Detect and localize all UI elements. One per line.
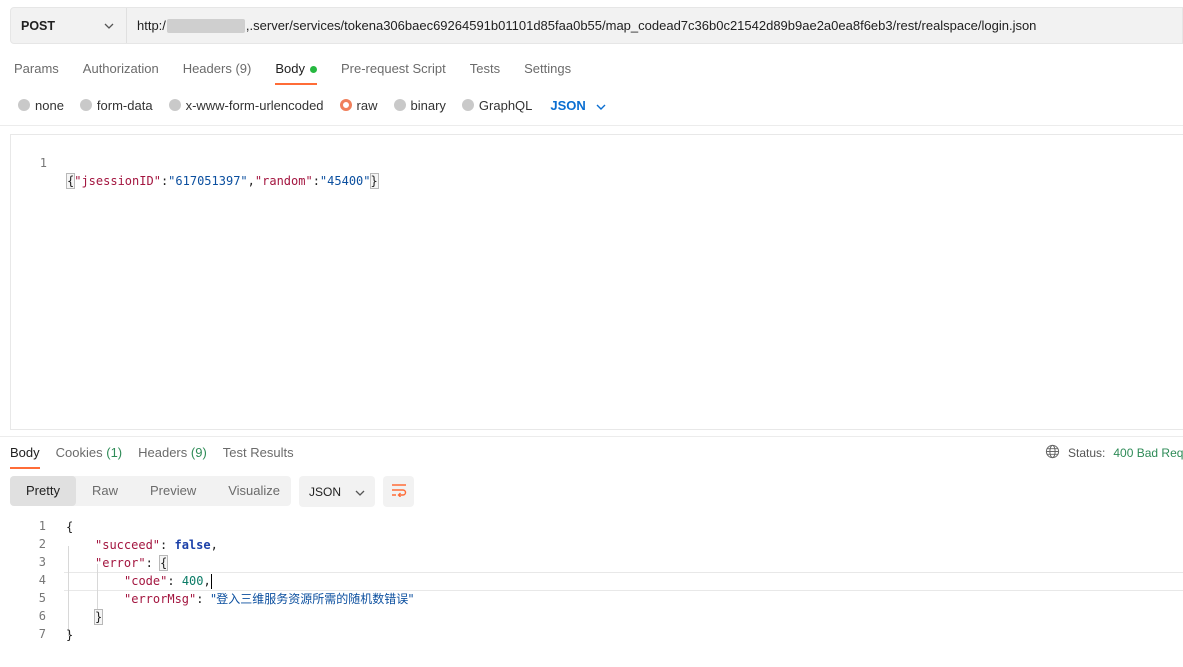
response-format-select[interactable]: JSON xyxy=(299,476,375,507)
status-code: 400 Bad Request xyxy=(1113,446,1183,460)
request-body-editor[interactable]: 1 {"jsessionID":"617051397","random":"45… xyxy=(10,134,1183,430)
line-number: 1 xyxy=(39,156,47,170)
response-headers-count: (9) xyxy=(190,445,207,460)
code-line: "error": { xyxy=(95,555,169,571)
active-line xyxy=(64,572,1183,591)
line-number: 5 xyxy=(38,591,46,605)
radio-raw[interactable]: raw xyxy=(339,98,378,113)
code-line: "errorMsg": "登入三维服务资源所需的随机数错误" xyxy=(124,592,414,606)
radio-icon xyxy=(393,99,406,111)
chevron-down-icon xyxy=(355,485,365,499)
divider xyxy=(0,436,1183,437)
request-json: {"jsessionID":"617051397","random":"4540… xyxy=(65,173,379,189)
tab-response-headers[interactable]: Headers (9) xyxy=(138,443,207,469)
line-number: 2 xyxy=(38,537,46,551)
divider xyxy=(0,125,1183,126)
status-label: Status: xyxy=(1068,446,1106,460)
tab-tests[interactable]: Tests xyxy=(470,59,500,85)
wrap-lines-icon xyxy=(391,483,407,500)
method-select[interactable]: POST xyxy=(11,8,127,43)
view-visualize[interactable]: Visualize xyxy=(212,476,296,506)
cookies-count: (1) xyxy=(106,445,123,460)
code-line: { xyxy=(66,520,74,534)
request-bar: POST http:/ ,.server/services/tokena306b… xyxy=(10,7,1183,44)
code-line: } xyxy=(66,628,74,642)
radio-form-data[interactable]: form-data xyxy=(79,98,153,113)
request-tabs: Params Authorization Headers (9) Body Pr… xyxy=(14,59,571,85)
body-modified-dot-icon xyxy=(309,66,317,73)
code-line: "code": 400, xyxy=(124,574,212,589)
tab-response-body[interactable]: Body xyxy=(10,443,40,469)
chevron-down-icon xyxy=(596,98,606,113)
radio-none[interactable]: none xyxy=(18,98,64,113)
line-number: 6 xyxy=(38,609,46,623)
redacted-host xyxy=(166,18,245,33)
response-status: Status: 400 Bad Request xyxy=(1045,444,1183,462)
method-label: POST xyxy=(21,18,56,33)
view-raw[interactable]: Raw xyxy=(76,476,134,506)
line-number: 1 xyxy=(38,519,46,533)
line-number: 7 xyxy=(38,627,46,641)
radio-graphql[interactable]: GraphQL xyxy=(461,98,532,113)
response-body-viewer[interactable]: 1 2 3 4 5 6 7 { "succeed": false, "error… xyxy=(0,518,1183,658)
indent-guide xyxy=(68,546,69,636)
tab-params[interactable]: Params xyxy=(14,59,59,85)
tab-body[interactable]: Body xyxy=(275,59,317,85)
wrap-lines-button[interactable] xyxy=(383,476,414,507)
radio-selected-icon xyxy=(339,99,352,111)
tab-settings[interactable]: Settings xyxy=(524,59,571,85)
view-pretty[interactable]: Pretty xyxy=(10,476,76,506)
text-cursor xyxy=(210,574,212,589)
code-line: 1 {"jsessionID":"617051397","random":"45… xyxy=(11,136,1181,189)
code-line: } xyxy=(93,609,104,625)
chevron-down-icon xyxy=(102,19,116,33)
tab-authorization[interactable]: Authorization xyxy=(83,59,159,85)
code-line: "succeed": false, xyxy=(95,538,218,552)
radio-icon xyxy=(79,99,92,111)
radio-icon xyxy=(18,99,30,111)
view-mode-toggle: Pretty Raw Preview Visualize xyxy=(10,476,291,506)
radio-binary[interactable]: binary xyxy=(393,98,446,113)
radio-icon xyxy=(168,99,181,111)
tab-headers[interactable]: Headers (9) xyxy=(183,59,252,85)
raw-format-select[interactable]: JSON xyxy=(550,98,606,113)
globe-icon[interactable] xyxy=(1045,444,1060,462)
tab-cookies[interactable]: Cookies (1) xyxy=(56,443,122,469)
line-number: 4 xyxy=(38,573,46,587)
tab-pre-request-script[interactable]: Pre-request Script xyxy=(341,59,446,85)
tab-test-results[interactable]: Test Results xyxy=(223,443,294,469)
view-preview[interactable]: Preview xyxy=(134,476,212,506)
url-prefix: http:/ xyxy=(137,18,166,33)
url-suffix: ,.server/services/tokena306baec69264591b… xyxy=(245,18,1037,33)
radio-urlencoded[interactable]: x-www-form-urlencoded xyxy=(168,98,324,113)
body-type-selector: none form-data x-www-form-urlencoded raw… xyxy=(18,96,606,114)
radio-icon xyxy=(461,99,474,111)
response-tabs: Body Cookies (1) Headers (9) Test Result… xyxy=(10,443,294,469)
line-number: 3 xyxy=(38,555,46,569)
url-input[interactable]: http:/ ,.server/services/tokena306baec69… xyxy=(127,18,1036,33)
headers-count: (9) xyxy=(235,61,252,76)
